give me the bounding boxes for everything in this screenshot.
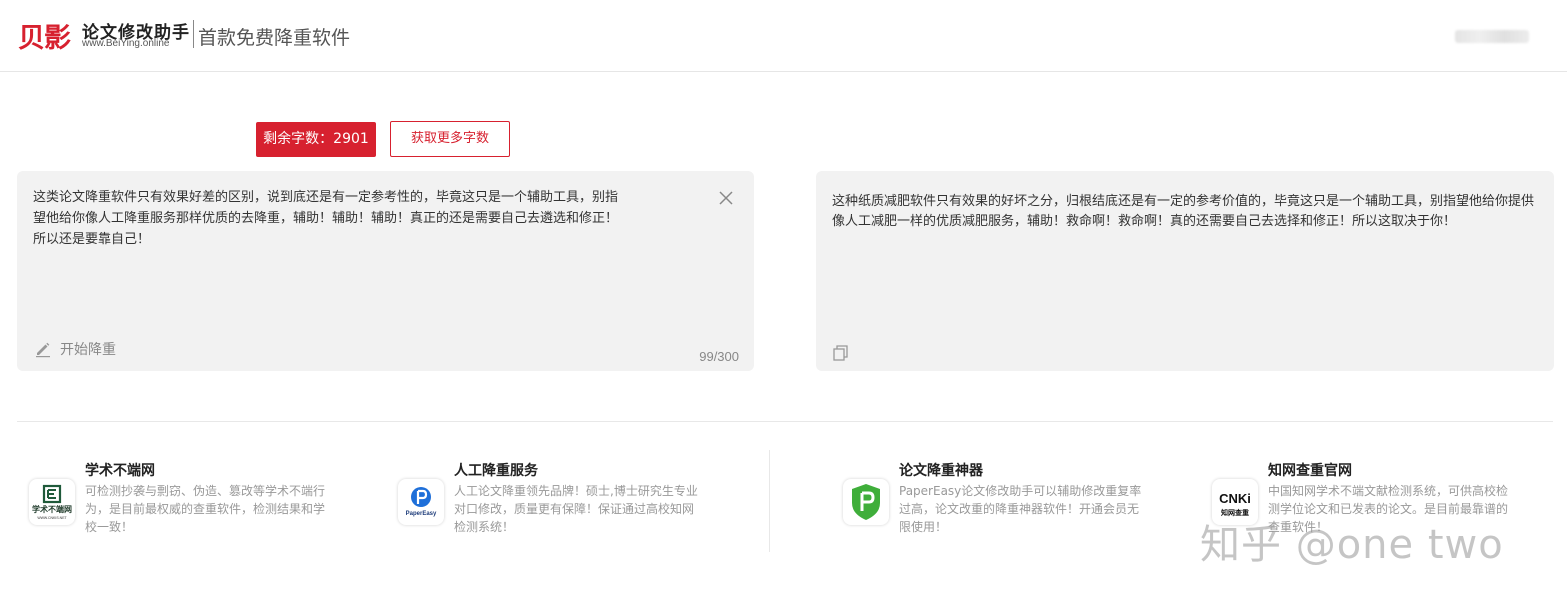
close-icon[interactable] bbox=[717, 189, 735, 207]
pencil-icon bbox=[36, 342, 50, 358]
logo-url: www.BeiYing.online bbox=[82, 38, 170, 49]
output-text[interactable]: 这种纸质减肥软件只有效果的好坏之分，归根结底还是有一定的参考价值的，毕竟这只是一… bbox=[832, 192, 1540, 232]
xueshu-logo-icon: 学术不端网 WWW.CNKIS.NET bbox=[29, 479, 75, 525]
output-panel: 这种纸质减肥软件只有效果的好坏之分，归根结底还是有一定的参考价值的，毕竟这只是一… bbox=[816, 171, 1554, 371]
start-rewrite-label: 开始降重 bbox=[60, 342, 116, 358]
remaining-words-button[interactable]: 剩余字数：2901 bbox=[256, 122, 376, 157]
footer-divider bbox=[17, 421, 1553, 422]
card-title[interactable]: 人工降重服务 bbox=[454, 460, 538, 480]
start-rewrite-button[interactable]: 开始降重 bbox=[34, 338, 116, 360]
copy-icon[interactable] bbox=[832, 344, 850, 362]
card-title[interactable]: 论文降重神器 bbox=[899, 460, 983, 480]
logo-divider bbox=[193, 20, 194, 48]
card-title[interactable]: 知网查重官网 bbox=[1268, 460, 1352, 480]
card-description: 人工论文降重领先品牌！硕士,博士研究生专业对口修改，质量更有保障！保证通过高校知… bbox=[454, 484, 698, 534]
xueshu-logo-text: 学术不端网 bbox=[32, 504, 72, 514]
card-description: 可检测抄袭与剽窃、伪造、篡改等学术不端行为，是目前最权威的查重软件，检测结果和学… bbox=[85, 484, 326, 534]
card-description: PaperEasy论文修改助手可以辅助修改重复率过高，论文改重的降重神器软件！开… bbox=[899, 484, 1142, 534]
input-textarea[interactable]: 这类论文降重软件只有效果好差的区别，说到底还是有一定参考性的，毕竟这只是一个辅助… bbox=[33, 187, 703, 250]
zhihu-watermark: 知乎 @one two bbox=[1200, 522, 1504, 568]
input-panel: 这类论文降重软件只有效果好差的区别，说到底还是有一定参考性的，毕竟这只是一个辅助… bbox=[17, 171, 754, 371]
papereasy-shield-icon bbox=[843, 479, 889, 525]
get-more-words-button[interactable]: 获取更多字数 bbox=[390, 121, 510, 157]
top-header: 贝影 论文修改助手 www.BeiYing.online 首款免费降重软件 bbox=[0, 0, 1567, 72]
word-counter: 99/300 bbox=[699, 349, 739, 364]
papereasy-logo-text: PaperEasy bbox=[406, 511, 437, 517]
footer-vertical-divider bbox=[769, 450, 770, 552]
card-title[interactable]: 学术不端网 bbox=[85, 460, 155, 480]
header-tagline: 首款免费降重软件 bbox=[198, 27, 351, 49]
papereasy-logo-icon: PaperEasy bbox=[398, 479, 444, 525]
user-account-area[interactable] bbox=[1455, 30, 1529, 43]
cnki-logo-text: CNKi bbox=[1219, 491, 1251, 506]
xueshu-logo-subtext: WWW.CNKIS.NET bbox=[37, 516, 67, 520]
logo-brand[interactable]: 贝影 bbox=[18, 16, 71, 55]
